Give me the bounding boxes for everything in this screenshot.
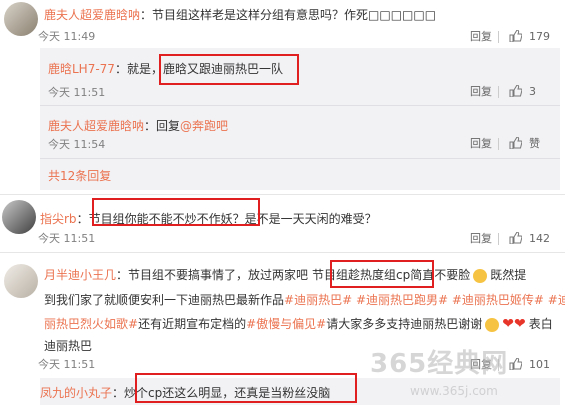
like-label[interactable]: 赞 [529, 137, 540, 150]
comment-text: ：节目组这样老是这样分组有意思吗？作死□□□□□□ [140, 8, 437, 22]
reply-actions: 回复 赞 [470, 135, 540, 152]
comment-text: 迪丽热巴 [44, 339, 93, 353]
heart-icon: ❤ [502, 316, 514, 332]
hashtag-link[interactable]: 丽热巴烈火如歌# [44, 317, 138, 331]
comment-username[interactable]: 指尖rb [40, 212, 77, 226]
comment-username[interactable]: 月半迪小王几 [44, 268, 116, 282]
reply-button[interactable]: 回复 [470, 85, 492, 98]
comment-time: 今天 11:49 [38, 30, 96, 43]
reply-time: 今天 11:54 [48, 138, 106, 151]
reply-username[interactable]: 鹿夫人超爱鹿晗呐 [48, 119, 144, 133]
reply-time: 今天 11:51 [48, 86, 106, 99]
comment-username[interactable]: 鹿夫人超爱鹿晗呐 [44, 8, 140, 22]
comment-time: 今天 11:51 [38, 232, 96, 245]
avatar[interactable] [4, 2, 38, 36]
emoji-icon [473, 268, 488, 283]
reply-text: ： [112, 386, 125, 400]
comment-actions: 回复 142 [470, 230, 550, 247]
reply-button[interactable]: 回复 [470, 137, 492, 150]
reply-actions: 回复 3 [470, 83, 536, 100]
highlight-box [92, 198, 260, 226]
comment-text: 请大家多多支持迪丽热巴谢谢 [326, 317, 483, 331]
thumbs-up-icon[interactable] [509, 135, 523, 152]
reply-thread: 鹿晗LH7-77：就是，鹿晗又跟迪丽热巴一队 今天 11:51 回复 3 鹿夫人… [40, 48, 560, 190]
comment-text: ： [76, 212, 89, 226]
like-count: 179 [529, 30, 550, 43]
comment-2: 指尖rb：节目组你能不能不炒不作妖？是不是一天天闲的难受？ 今天 11:51 回… [0, 198, 565, 248]
comment-time: 今天 11:51 [38, 358, 96, 371]
thumbs-up-icon[interactable] [509, 28, 523, 45]
comment-text: 到我们家了就顺便安利一下迪丽热巴最新作品 [44, 293, 285, 307]
like-count: 3 [529, 85, 536, 98]
emoji-icon [485, 317, 500, 332]
reply-button[interactable]: 回复 [470, 232, 492, 245]
highlight-box [330, 260, 434, 288]
watermark-logo: 365经典网 [370, 349, 509, 379]
thumbs-up-icon[interactable] [509, 356, 523, 373]
comment-text: 既然提 [490, 268, 527, 282]
thumbs-up-icon[interactable] [509, 230, 523, 247]
reply-text: ：回复 [144, 119, 181, 133]
comment-text: 还有近期宣布定档的 [138, 317, 247, 331]
like-count: 101 [529, 358, 550, 371]
watermark-url: www.365j.com [410, 384, 498, 398]
hashtag-link[interactable]: #傲慢与偏见# [246, 317, 326, 331]
reply-username[interactable]: 凤九的小丸子 [40, 386, 112, 400]
heart-icon: ❤ [513, 316, 526, 332]
reply-username[interactable]: 鹿晗LH7-77 [48, 62, 115, 76]
avatar[interactable] [2, 200, 36, 234]
thumbs-up-icon[interactable] [509, 83, 523, 100]
mention-link[interactable]: @奔跑吧 [180, 119, 228, 133]
reply-text: ：就是， [114, 62, 163, 76]
comment-text: 表白 [528, 317, 553, 331]
reply-2: 鹿夫人超爱鹿晗呐：回复@奔跑吧 [48, 115, 228, 134]
like-count: 142 [529, 232, 550, 245]
highlight-box [135, 373, 357, 403]
comment-1: 鹿夫人超爱鹿晗呐：节目组这样老是这样分组有意思吗？作死□□□□□□ 今天 11:… [0, 0, 565, 48]
more-replies-link[interactable]: 共12条回复 [48, 167, 111, 184]
reply-button[interactable]: 回复 [470, 30, 492, 43]
comment-text: ：节目组不要搞事情了，放过两家吧 [116, 268, 309, 282]
comment-actions: 回复 179 [470, 28, 550, 45]
avatar[interactable] [4, 264, 38, 298]
hashtag-link[interactable]: #迪丽热巴# #迪丽热巴跑男# #迪丽热巴姬传# #迪 [284, 293, 565, 307]
highlight-box [159, 54, 299, 85]
